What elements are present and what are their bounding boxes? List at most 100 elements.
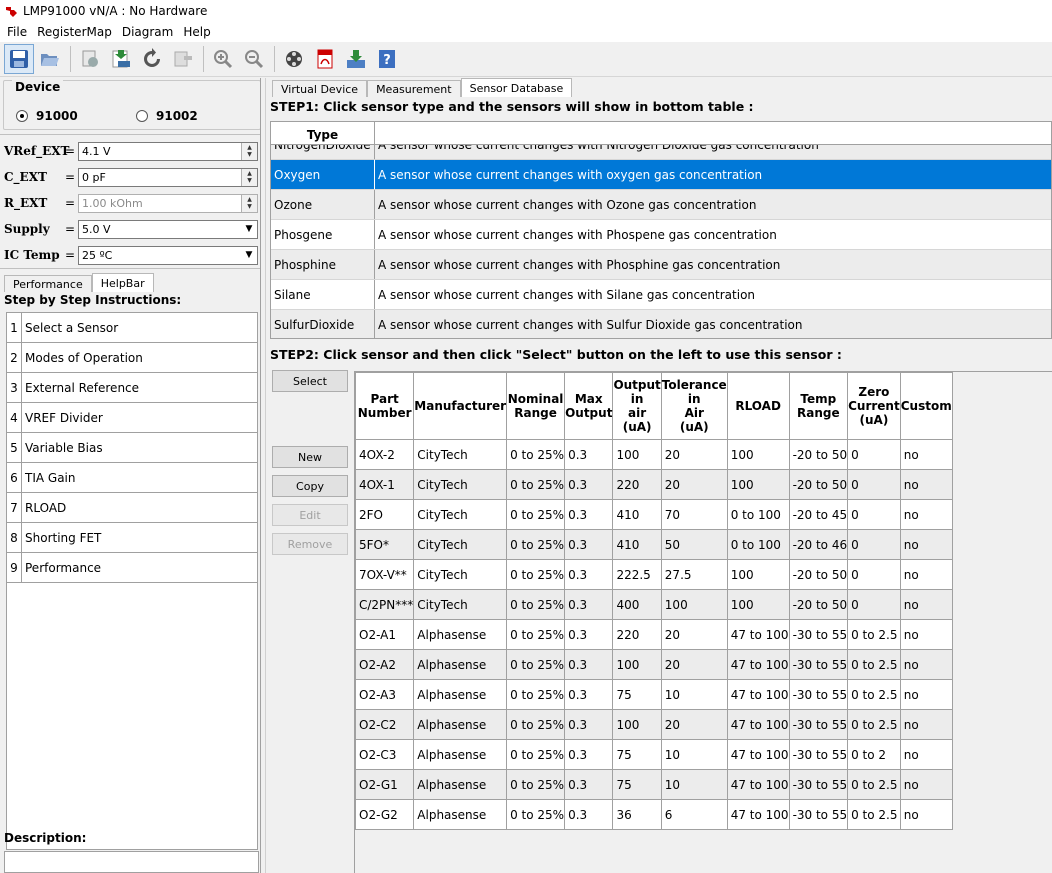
table-cell: Alphasense xyxy=(413,769,508,800)
step-label: VREF Divider xyxy=(25,410,103,425)
table-row[interactable]: C/2PN*** CityTech 0 to 25% 0.3 400 100 100 -20 … xyxy=(354,589,953,620)
pdf-icon xyxy=(317,49,333,69)
sensor-column-header[interactable]: Tolerance in Air (uA) xyxy=(660,372,728,440)
description-column-header[interactable] xyxy=(375,122,1051,144)
table-row[interactable]: O2-G1 Alphasense 0 to 25% 0.3 75 10 47 to 100-… xyxy=(354,769,953,800)
menu-diagram[interactable]: Diagram xyxy=(117,25,179,39)
table-row[interactable]: 2FO CityTech 0 to 25% 0.3 410 70 0 to 100 -20 t… xyxy=(354,499,953,530)
c-ext-spinner[interactable]: ▲ ▼ xyxy=(241,168,257,186)
download-button[interactable] xyxy=(341,44,371,74)
menu-help[interactable]: Help xyxy=(178,25,215,39)
type-row[interactable]: Ozone A sensor whose current changes with… xyxy=(271,190,1051,220)
header-text: Nominal xyxy=(507,392,564,406)
table-row[interactable]: O2-A1 Alphasense 0 to 25% 0.3 220 20 47 to 100… xyxy=(354,619,953,650)
table-cell: 75 xyxy=(612,739,662,770)
sensor-column-header[interactable]: Part Number xyxy=(354,372,415,440)
table-cell: 100 xyxy=(726,559,790,590)
chevron-down-icon[interactable]: ▼ xyxy=(241,246,257,264)
export-button[interactable] xyxy=(75,44,105,74)
table-cell: -30 to 55 xyxy=(788,799,849,830)
table-cell: 20 xyxy=(660,469,728,500)
vref-ext-spinner[interactable]: ▲ ▼ xyxy=(241,142,257,160)
table-cell: 50 xyxy=(660,529,728,560)
vref-ext-input[interactable]: 4.1 V ▲ ▼ xyxy=(78,141,258,161)
type-row[interactable]: SulfurDioxide A sensor whose current chan… xyxy=(271,310,1051,338)
tab-performance[interactable]: Performance xyxy=(4,275,92,292)
table-cell: 47 to 100 xyxy=(726,799,790,830)
zoom-out-button[interactable] xyxy=(239,44,269,74)
tab-helpbar[interactable]: HelpBar xyxy=(91,273,154,292)
table-row[interactable]: O2-C2 Alphasense 0 to 25% 0.3 100 20 47 to 100… xyxy=(354,709,953,740)
type-row[interactable]: Silane A sensor whose current changes wit… xyxy=(271,280,1051,310)
type-column-header[interactable]: Type xyxy=(271,122,375,144)
save-button[interactable] xyxy=(4,44,34,74)
instructions-title: Step by Step Instructions: xyxy=(4,293,182,307)
table-cell: no xyxy=(899,529,953,560)
sensor-column-header[interactable]: Custom xyxy=(899,372,953,440)
table-row[interactable]: 5FO* CityTech 0 to 25% 0.3 410 50 0 to 100 -20 … xyxy=(354,529,953,560)
table-row[interactable]: 7OX-V** CityTech 0 to 25% 0.3 222.5 27.5 100 -2… xyxy=(354,559,953,590)
step-item-1[interactable]: 1 Select a Sensor xyxy=(7,313,257,343)
film-button[interactable] xyxy=(279,44,309,74)
ic-temp-label: IC Temp xyxy=(4,248,60,262)
table-row[interactable]: 4OX-1 CityTech 0 to 25% 0.3 220 20 100 -20 to 5… xyxy=(354,469,953,500)
export-csv-button[interactable] xyxy=(106,44,136,74)
zoom-in-button[interactable] xyxy=(208,44,238,74)
sensor-column-header[interactable]: Nominal Range xyxy=(506,372,566,440)
copy-button[interactable]: Copy xyxy=(272,475,348,497)
new-button[interactable]: New xyxy=(272,446,348,468)
sensor-column-header[interactable]: Max Output xyxy=(564,372,614,440)
tab-virtual-device[interactable]: Virtual Device xyxy=(272,80,368,97)
table-cell: 27.5 xyxy=(660,559,728,590)
step-item-7[interactable]: 7 RLOAD xyxy=(7,493,257,523)
sensor-column-header[interactable]: Manufacturer xyxy=(413,372,508,440)
table-cell: 47 to 100 xyxy=(726,769,790,800)
type-row[interactable]: Phosgene A sensor whose current changes w… xyxy=(271,220,1051,250)
sensor-column-header[interactable]: Output in air (uA) xyxy=(612,372,662,440)
c-ext-input[interactable]: 0 pF ▲ ▼ xyxy=(78,167,258,187)
sensor-column-header[interactable]: Temp Range xyxy=(788,372,849,440)
spin-down-icon: ▼ xyxy=(247,151,252,158)
step-item-9[interactable]: 9 Performance xyxy=(7,553,257,583)
table-cell: 100 xyxy=(726,439,790,470)
sensor-column-header[interactable]: Zero Current (uA) xyxy=(847,372,901,440)
type-row[interactable]: Phosphine A sensor whose current changes … xyxy=(271,250,1051,280)
step-item-2[interactable]: 2 Modes of Operation xyxy=(7,343,257,373)
step-item-3[interactable]: 3 External Reference xyxy=(7,373,257,403)
table-row[interactable]: O2-C3 Alphasense 0 to 25% 0.3 75 10 47 to 100-… xyxy=(354,739,953,770)
table-cell: CityTech xyxy=(413,529,508,560)
table-cell: 0 to 25% xyxy=(506,799,566,830)
tab-sensor-database[interactable]: Sensor Database xyxy=(460,78,573,97)
select-button[interactable]: Select xyxy=(272,370,348,392)
device-radio-91000[interactable]: 91000 xyxy=(16,109,78,123)
menu-file[interactable]: File xyxy=(2,25,32,39)
table-row[interactable]: 4OX-2 CityTech 0 to 25% 0.3 100 20 100 -20 to 5… xyxy=(354,439,953,470)
step-item-8[interactable]: 8 Shorting FET xyxy=(7,523,257,553)
tab-measurement[interactable]: Measurement xyxy=(367,80,461,97)
step-item-6[interactable]: 6 TIA Gain xyxy=(7,463,257,493)
supply-select[interactable]: 5.0 V ▼ xyxy=(78,219,258,239)
open-icon xyxy=(41,54,59,66)
table-cell: -20 to 50 xyxy=(788,469,849,500)
sensor-column-header[interactable]: RLOAD xyxy=(726,372,790,440)
ic-temp-select[interactable]: 25 ºC ▼ xyxy=(78,245,258,265)
menu-registermap[interactable]: RegisterMap xyxy=(32,25,117,39)
step-item-4[interactable]: 4 VREF Divider xyxy=(7,403,257,433)
table-cell: 0 to 25% xyxy=(506,679,566,710)
step-number: 8 xyxy=(7,523,22,552)
spin-up-icon: ▲ xyxy=(247,170,252,177)
table-row[interactable]: O2-A3 Alphasense 0 to 25% 0.3 75 10 47 to 100-… xyxy=(354,679,953,710)
chevron-down-icon[interactable]: ▼ xyxy=(241,220,257,238)
table-cell: no xyxy=(899,469,953,500)
table-row[interactable]: O2-G2 Alphasense 0 to 25% 0.3 36 6 47 to 100 -3… xyxy=(354,799,953,830)
step-item-5[interactable]: 5 Variable Bias xyxy=(7,433,257,463)
table-cell: 0 xyxy=(847,499,901,530)
device-radio-91002[interactable]: 91002 xyxy=(136,109,198,123)
help-button[interactable]: ? xyxy=(372,44,402,74)
table-row[interactable]: O2-A2 Alphasense 0 to 25% 0.3 100 20 47 to 100… xyxy=(354,649,953,680)
pdf-button[interactable] xyxy=(310,44,340,74)
open-button[interactable] xyxy=(35,44,65,74)
import-button[interactable] xyxy=(168,44,198,74)
type-row[interactable]: Oxygen A sensor whose current changes wit… xyxy=(271,160,1051,190)
refresh-button[interactable] xyxy=(137,44,167,74)
